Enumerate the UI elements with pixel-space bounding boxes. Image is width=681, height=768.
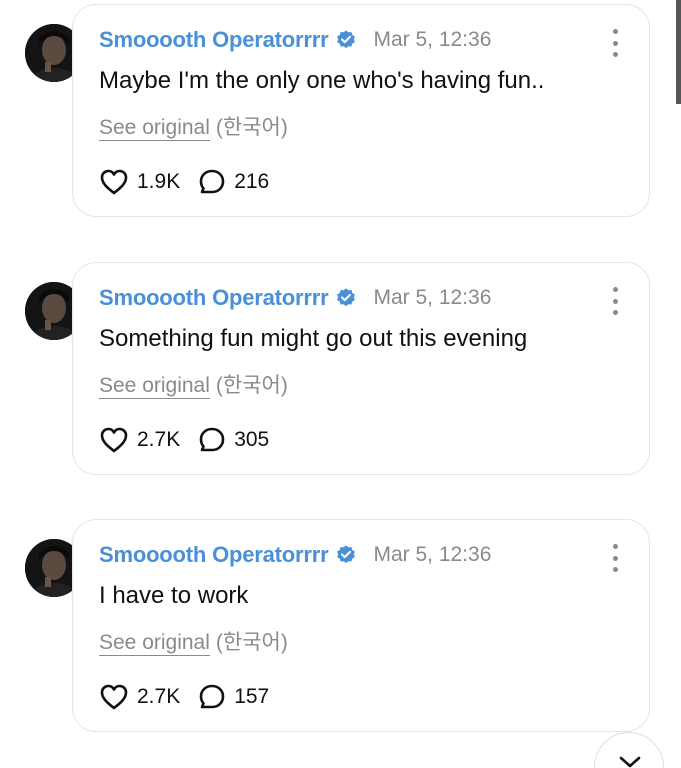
speech-bubble-icon	[199, 169, 225, 194]
reply-button[interactable]: 305	[198, 426, 269, 454]
post-header: Smooooth Operatorrrr Mar 5, 12:36	[99, 27, 491, 53]
message-feed: Smooooth Operatorrrr Mar 5, 12:36 Maybe …	[0, 0, 681, 768]
language-label: (한국어)	[215, 374, 288, 397]
see-original-link[interactable]: See original	[99, 116, 210, 141]
post-item: Smooooth Operatorrrr Mar 5, 12:36 Someth…	[0, 262, 681, 494]
see-original-link[interactable]: See original	[99, 631, 210, 656]
post-text: Something fun might go out this evening	[99, 325, 528, 352]
heart-icon	[100, 427, 128, 453]
reply-button[interactable]: 216	[198, 168, 269, 196]
like-button[interactable]: 2.7K	[99, 683, 180, 711]
verified-badge-icon	[335, 287, 357, 309]
translation-row: See original (한국어)	[99, 626, 288, 656]
post-actions: 1.9K 216	[99, 168, 269, 196]
more-vertical-icon[interactable]	[611, 287, 619, 315]
like-button[interactable]: 1.9K	[99, 168, 180, 196]
timestamp: Mar 5, 12:36	[373, 28, 492, 51]
post-text: I have to work	[99, 582, 249, 609]
post-actions: 2.7K 305	[99, 426, 269, 454]
heart-icon	[100, 169, 128, 195]
verified-badge-icon	[335, 544, 357, 566]
reply-count: 216	[234, 170, 270, 193]
post-header: Smooooth Operatorrrr Mar 5, 12:36	[99, 285, 491, 311]
timestamp: Mar 5, 12:36	[373, 543, 492, 566]
speech-bubble-icon	[199, 684, 225, 709]
language-label: (한국어)	[215, 116, 288, 139]
post-text: Maybe I'm the only one who's having fun.…	[99, 67, 545, 94]
post-bubble[interactable]: Smooooth Operatorrrr Mar 5, 12:36 I have…	[72, 519, 650, 732]
post-bubble[interactable]: Smooooth Operatorrrr Mar 5, 12:36 Someth…	[72, 262, 650, 475]
post-item: Smooooth Operatorrrr Mar 5, 12:36 Maybe …	[0, 4, 681, 236]
more-vertical-icon[interactable]	[611, 29, 619, 57]
see-original-link[interactable]: See original	[99, 374, 210, 399]
more-vertical-icon[interactable]	[611, 544, 619, 572]
reply-count: 157	[234, 685, 270, 708]
translation-row: See original (한국어)	[99, 111, 288, 141]
heart-icon	[100, 684, 128, 710]
language-label: (한국어)	[215, 631, 288, 654]
chevron-down-icon	[619, 756, 641, 768]
author-name[interactable]: Smooooth Operatorrrr	[99, 542, 329, 568]
like-count: 2.7K	[137, 685, 181, 708]
timestamp: Mar 5, 12:36	[373, 286, 492, 309]
reply-button[interactable]: 157	[198, 683, 269, 711]
author-name[interactable]: Smooooth Operatorrrr	[99, 27, 329, 53]
reply-count: 305	[234, 428, 270, 451]
like-count: 2.7K	[137, 428, 181, 451]
post-bubble[interactable]: Smooooth Operatorrrr Mar 5, 12:36 Maybe …	[72, 4, 650, 217]
verified-badge-icon	[335, 29, 357, 51]
post-item: Smooooth Operatorrrr Mar 5, 12:36 I have…	[0, 519, 681, 751]
translation-row: See original (한국어)	[99, 369, 288, 399]
author-name[interactable]: Smooooth Operatorrrr	[99, 285, 329, 311]
post-header: Smooooth Operatorrrr Mar 5, 12:36	[99, 542, 491, 568]
like-count: 1.9K	[137, 170, 181, 193]
speech-bubble-icon	[199, 427, 225, 452]
like-button[interactable]: 2.7K	[99, 426, 180, 454]
post-actions: 2.7K 157	[99, 683, 269, 711]
